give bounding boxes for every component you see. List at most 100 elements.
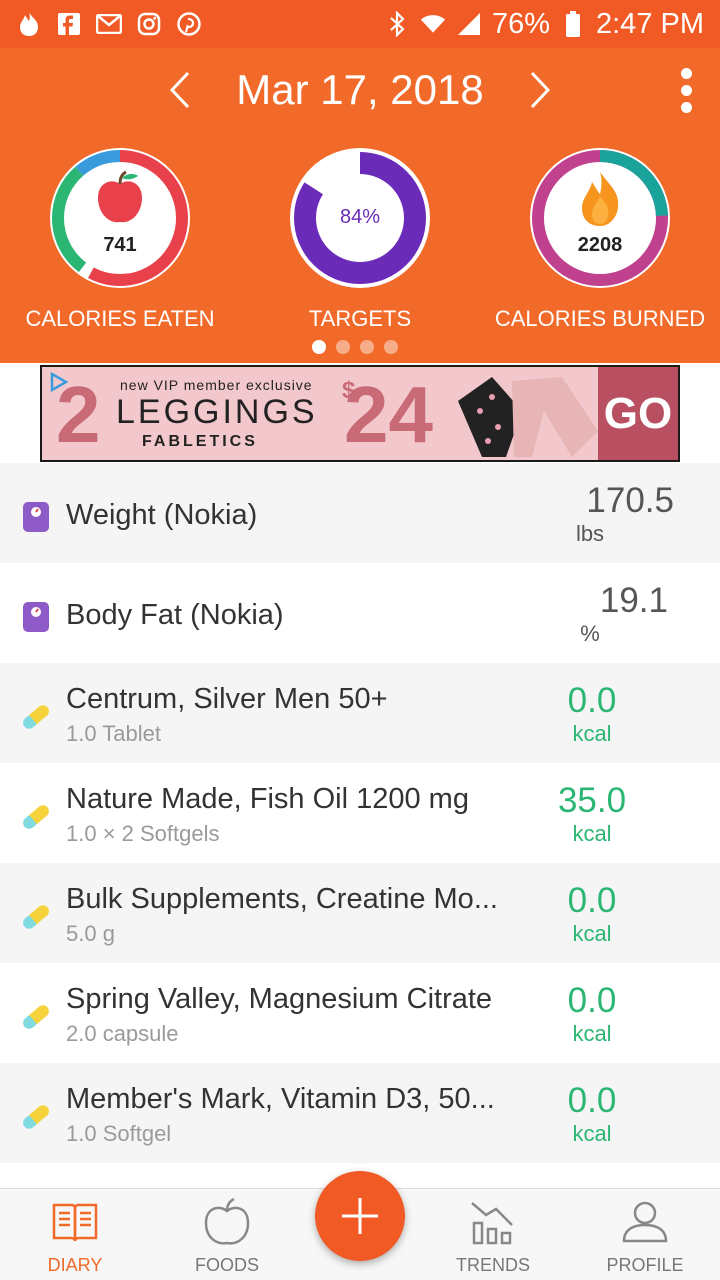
chevron-right-icon (530, 71, 551, 109)
apple-outline-icon (204, 1197, 250, 1245)
daily-summary: 741 CALORIES EATEN 84% TARGETS 2208 CALO… (0, 132, 720, 363)
ad-big-number: 2 (56, 370, 101, 459)
ad-banner[interactable]: 2 new VIP member exclusive LEGGINGS FABL… (40, 365, 680, 462)
tab-profile[interactable]: PROFILE (570, 1189, 720, 1280)
scale-icon (23, 602, 49, 632)
entry-value: 35.0 (557, 781, 627, 820)
entry-serving: 1.0 × 2 Softgels (66, 821, 220, 846)
entry-unit: kcal (572, 721, 612, 746)
entry-title: Nature Made, Fish Oil 1200 mg (66, 783, 469, 815)
entry-serving: 1.0 Softgel (66, 1121, 172, 1146)
entry-unit: kcal (572, 921, 612, 946)
targets-label: TARGETS (308, 306, 412, 331)
ad-headline: LEGGINGS (116, 393, 318, 431)
pill-icon (23, 805, 49, 829)
calories-burned-chart (530, 148, 670, 288)
entry-unit: kcal (572, 1121, 612, 1146)
list-item[interactable]: Member's Mark, Vitamin D3, 50... 1.0 Sof… (0, 1063, 720, 1163)
targets-ring[interactable]: 84% (288, 146, 432, 290)
page-dot[interactable] (384, 340, 398, 354)
scale-icon (23, 502, 49, 532)
calories-burned-label: CALORIES BURNED (494, 306, 706, 331)
ad-area: 2 new VIP member exclusive LEGGINGS FABL… (0, 363, 720, 463)
ad-brand: FABLETICS (142, 433, 258, 450)
add-entry-button[interactable] (315, 1171, 405, 1261)
pinterest-icon (176, 11, 202, 37)
ad-price: 24 (344, 370, 433, 459)
entry-unit: % (580, 621, 600, 646)
pill-icon (23, 1005, 49, 1029)
calories-eaten-chart (50, 148, 190, 288)
tab-diary[interactable]: DIARY (0, 1189, 150, 1280)
battery-percent: 76% (491, 7, 550, 40)
page-dot[interactable] (336, 340, 350, 354)
entry-title: Centrum, Silver Men 50+ (66, 683, 388, 715)
ad-tagline: new VIP member exclusive (120, 377, 313, 393)
calories-eaten-ring[interactable]: 741 (48, 146, 192, 290)
entry-serving: 1.0 Tablet (66, 721, 162, 746)
calories-eaten-label: CALORIES EATEN (25, 306, 215, 331)
pill-icon (23, 905, 49, 929)
tab-label: DIARY (47, 1255, 103, 1275)
entry-unit: lbs (575, 521, 605, 546)
list-item[interactable]: Spring Valley, Magnesium Citrate 2.0 cap… (0, 963, 720, 1063)
profile-icon (622, 1201, 668, 1243)
entry-value: 0.0 (567, 681, 617, 720)
entry-title: Member's Mark, Vitamin D3, 50... (66, 1083, 495, 1115)
entry-title: Body Fat (Nokia) (66, 599, 284, 631)
page-indicator (312, 340, 398, 354)
status-bar: 76% 2:47 PM (0, 0, 720, 48)
entry-title: Bulk Supplements, Creatine Mo... (66, 883, 498, 915)
targets-value: 84% (339, 206, 381, 228)
entry-value: 19.1 (599, 581, 668, 620)
entry-title: Spring Valley, Magnesium Citrate (66, 983, 493, 1015)
diary-header: Mar 17, 2018 (0, 48, 720, 132)
plus-icon (342, 1198, 378, 1234)
tab-label: FOODS (194, 1255, 259, 1275)
calories-burned-value: 2208 (577, 234, 623, 256)
instagram-icon (136, 11, 162, 37)
entry-value: 0.0 (567, 881, 617, 920)
page-dot[interactable] (360, 340, 374, 354)
entry-serving: 2.0 capsule (66, 1021, 179, 1046)
signal-icon (456, 11, 482, 37)
system-status: 76% 2:47 PM (384, 8, 720, 41)
tab-foods[interactable]: FOODS (152, 1189, 302, 1280)
entry-unit: kcal (572, 821, 612, 846)
tab-trends[interactable]: TRENDS (418, 1189, 568, 1280)
list-item[interactable]: Bulk Supplements, Creatine Mo... 5.0 g 0… (0, 863, 720, 963)
bluetooth-icon (384, 11, 410, 37)
notification-icons (0, 11, 202, 37)
clock: 2:47 PM (596, 7, 704, 40)
overflow-menu-button[interactable] (678, 68, 694, 114)
list-item[interactable]: Centrum, Silver Men 50+ 1.0 Tablet 0.0 k… (0, 663, 720, 763)
pill-icon (23, 1105, 49, 1129)
tab-label: TRENDS (455, 1255, 530, 1275)
list-item[interactable]: Weight (Nokia) 170.5 lbs (0, 463, 720, 563)
diary-date[interactable]: Mar 17, 2018 (0, 66, 720, 114)
list-item[interactable]: Body Fat (Nokia) 19.1 % (0, 563, 720, 663)
pill-icon (23, 705, 49, 729)
next-day-button[interactable] (520, 68, 560, 112)
trends-icon (471, 1202, 513, 1245)
entry-title: Weight (Nokia) (66, 499, 258, 531)
calories-burned-ring[interactable]: 2208 (528, 146, 672, 290)
entry-value: 170.5 (586, 481, 674, 520)
calories-eaten-value: 741 (103, 234, 137, 256)
entry-unit: kcal (572, 1021, 612, 1046)
battery-icon (560, 11, 586, 37)
entry-value: 0.0 (567, 981, 617, 1020)
diary-entry-list: Weight (Nokia) 170.5 lbs Body Fat (Nokia… (0, 463, 720, 1163)
entry-value: 0.0 (567, 1081, 617, 1120)
flame-icon (16, 11, 42, 37)
ad-cta-button[interactable]: GO (598, 367, 678, 460)
facebook-icon (56, 11, 82, 37)
gmail-icon (96, 11, 122, 37)
tab-label: PROFILE (606, 1255, 684, 1275)
page-dot[interactable] (312, 340, 326, 354)
wifi-icon (420, 11, 446, 37)
entry-serving: 5.0 g (66, 921, 115, 946)
leggings-image (458, 377, 598, 457)
book-icon (52, 1203, 98, 1242)
list-item[interactable]: Nature Made, Fish Oil 1200 mg 1.0 × 2 So… (0, 763, 720, 863)
